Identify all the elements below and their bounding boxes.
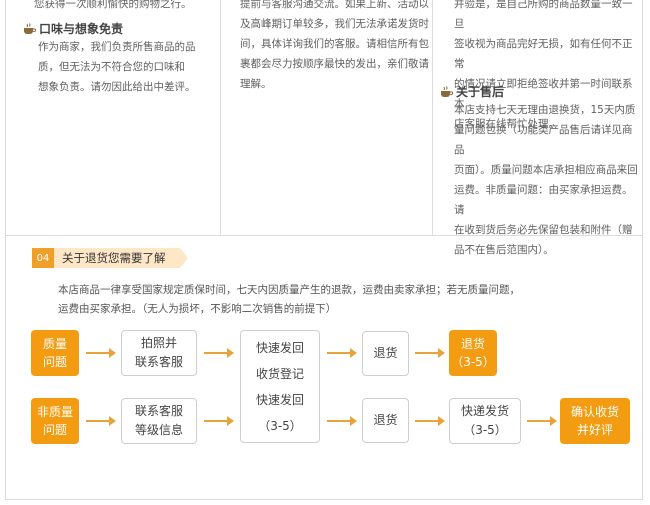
text-line: 提前与客服沟通交流。如果上新、活动以 bbox=[240, 0, 429, 10]
box-line: 联系客服 bbox=[134, 404, 183, 418]
text-line: 质，但无法为不符合您的口味和 bbox=[38, 61, 185, 73]
text-line: 本店支持七天无理由退换货，15天内质 bbox=[454, 104, 636, 116]
banner-tail bbox=[179, 248, 188, 268]
box-line: 并好评 bbox=[576, 423, 613, 437]
box-line: （3-5） bbox=[451, 355, 495, 369]
text-line: 想象负责。请勿因此给出中差评。 bbox=[38, 81, 196, 93]
text-line: 理解。 bbox=[240, 78, 272, 90]
text-line: 本店商品一律享受国家规定质保时间，七天内因质量产生的退款，运费由卖家承担；若无质… bbox=[58, 284, 520, 296]
flow-arrow bbox=[327, 348, 357, 358]
text-line: 量问题包换（功能类产品售后请详见商品 bbox=[454, 124, 633, 156]
box-line: 退货 bbox=[373, 346, 398, 360]
banner-number: 04 bbox=[32, 248, 54, 268]
coffee-cup-icon bbox=[440, 85, 454, 98]
confirm-receipt-box: 确认收货 并好评 bbox=[560, 398, 630, 444]
text-line: 裹都会尽力按顺序最快的发出，亲们敬请 bbox=[240, 58, 429, 70]
text-line: 品不在售后范围内）。 bbox=[454, 244, 554, 256]
info-column-3: 并验是，是自己所购的商品数量一致一旦 签收视为商品完好无损，如有任何不正常 的情… bbox=[434, 0, 642, 256]
banner-title: 关于退货您需要了解 bbox=[54, 248, 180, 268]
box-line: 确认收货 bbox=[570, 405, 619, 419]
section-divider bbox=[6, 235, 642, 236]
return-box-bottom: 退货 bbox=[362, 398, 409, 443]
text-line: 页面）。质量问题本店承担相应商品来回 bbox=[454, 164, 638, 176]
text-line: 运费由买家承担。（无人为损坏，不影响二次销售的前提下） bbox=[58, 303, 337, 315]
text-line: 间，具体详询我们的客服。请相信所有包 bbox=[240, 38, 429, 50]
contact-register-box: 联系客服 等级信息 bbox=[121, 398, 197, 444]
return-policy-intro: 本店商品一律享受国家规定质保时间，七天内因质量产生的退款，运费由卖家承担；若无质… bbox=[58, 281, 528, 319]
box-line: 质量 bbox=[42, 337, 67, 351]
box-line: 退货 bbox=[373, 413, 398, 427]
photo-contact-box: 拍照并 联系客服 bbox=[121, 330, 197, 376]
col3-section-title: 关于售后 bbox=[440, 83, 504, 100]
box-line: 收货登记 bbox=[255, 366, 304, 381]
box-line: （3-5） bbox=[463, 423, 507, 437]
text-line: 并验是，是自己所购的商品数量一致一旦 bbox=[454, 0, 633, 30]
box-line: 拍照并 bbox=[140, 336, 177, 350]
box-line: 快速发回 bbox=[255, 340, 304, 355]
refund-result-box: 退货 （3-5） bbox=[449, 330, 497, 376]
info-column-2: 提前与客服沟通交流。如果上新、活动以 及高峰期订单较多，我们无法承诺发货时 间，… bbox=[222, 0, 433, 235]
flow-arrow bbox=[86, 416, 116, 426]
flow-arrow bbox=[204, 348, 234, 358]
col1-body: 作为商家，我们负责所售商品的品 质，但无法为不符合您的口味和 想象负责。请勿因此… bbox=[38, 37, 196, 97]
text-line: 作为商家，我们负责所售商品的品 bbox=[38, 41, 196, 53]
non-quality-issue-box: 非质量 问题 bbox=[31, 398, 79, 444]
flow-arrow bbox=[204, 416, 234, 426]
center-steps-box: 快速发回 收货登记 快速发回 （3-5） bbox=[240, 330, 320, 443]
quality-issue-box: 质量 问题 bbox=[31, 330, 79, 376]
box-line: 问题 bbox=[42, 355, 67, 369]
box-line: 快递发货 bbox=[460, 404, 509, 418]
text-line: 运费。非质量问题：由买家承担运费。请 bbox=[454, 184, 633, 216]
text-line: 及高峰期订单较多，我们无法承诺发货时 bbox=[240, 18, 429, 30]
box-line: 非质量 bbox=[36, 405, 73, 419]
flow-arrow bbox=[327, 416, 357, 426]
return-box-top: 退货 bbox=[362, 331, 409, 376]
box-line: （3-5） bbox=[258, 418, 302, 433]
flow-arrow bbox=[527, 416, 557, 426]
box-line: 等级信息 bbox=[134, 423, 183, 437]
flow-arrow bbox=[415, 348, 445, 358]
flow-arrow bbox=[415, 416, 445, 426]
info-column-1: 您获得一次顺利愉快的购物之行。 口味与想象免责 作为商家，我们负责所售商品的品 … bbox=[6, 0, 221, 235]
express-ship-box: 快递发货 （3-5） bbox=[449, 398, 521, 444]
text-line: 签收视为商品完好无损，如有任何不正常 bbox=[454, 38, 633, 70]
col3-body: 本店支持七天无理由退换货，15天内质 量问题包换（功能类产品售后请详见商品 页面… bbox=[454, 100, 642, 260]
col1-section-title-text: 口味与想象免责 bbox=[39, 22, 124, 36]
col2-body: 提前与客服沟通交流。如果上新、活动以 及高峰期订单较多，我们无法承诺发货时 间，… bbox=[240, 0, 429, 94]
text-line: 在收到货后务必先保留包装和附件（赠 bbox=[454, 224, 633, 236]
coffee-cup-icon bbox=[23, 22, 37, 35]
section-banner: 04 关于退货您需要了解 bbox=[32, 248, 188, 268]
col1-top-line: 您获得一次顺利愉快的购物之行。 bbox=[34, 0, 192, 10]
col3-section-title-text: 关于售后 bbox=[456, 85, 505, 99]
box-line: 问题 bbox=[42, 423, 67, 437]
col1-section-title: 口味与想象免责 bbox=[23, 20, 123, 37]
box-line: 退货 bbox=[460, 337, 485, 351]
box-line: 联系客服 bbox=[134, 355, 183, 369]
flow-arrow bbox=[86, 348, 116, 358]
box-line: 快速发回 bbox=[255, 392, 304, 407]
